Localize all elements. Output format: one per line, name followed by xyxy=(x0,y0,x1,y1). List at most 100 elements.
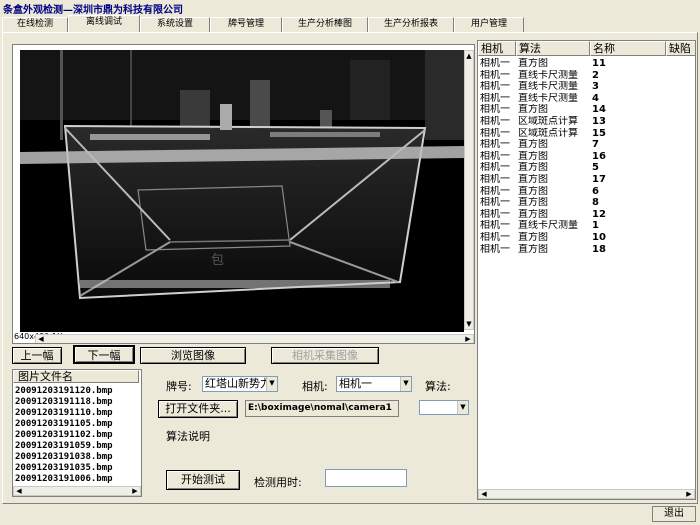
table-cell-camera: 相机一 xyxy=(480,174,510,185)
table-cell-algorithm: 直线卡尺测量 xyxy=(518,81,578,93)
image-horizontal-scrollbar[interactable]: ◀ ▶ xyxy=(35,334,474,343)
list-item[interactable]: 20091203191118.bmp xyxy=(15,397,113,408)
table-cell-algorithm: 直方图 xyxy=(518,150,548,162)
detect-time-label: 检测用时: xyxy=(254,476,302,489)
table-cell-name: 5 xyxy=(592,162,599,174)
open-folder-button[interactable]: 打开文件夹... xyxy=(158,400,238,418)
tab-production-report[interactable]: 生产分析报表 xyxy=(368,17,454,32)
tab-production-bar-chart[interactable]: 生产分析棒图 xyxy=(282,17,368,32)
prev-image-button[interactable]: 上一幅 xyxy=(12,347,62,364)
table-cell-camera: 相机一 xyxy=(480,92,510,104)
exit-button[interactable]: 退出 xyxy=(652,506,696,522)
scroll-right-icon[interactable]: ▶ xyxy=(463,334,473,343)
tab-offline-debug[interactable]: 离线调试 xyxy=(68,15,140,32)
tab-user-management[interactable]: 用户管理 xyxy=(454,17,524,32)
tab-online-detect[interactable]: 在线检测 xyxy=(2,17,68,32)
table-horizontal-scrollbar[interactable]: ◀ ▶ xyxy=(478,489,695,499)
camera-capture-button[interactable]: 相机采集图像 xyxy=(271,347,379,364)
chevron-down-icon[interactable]: ▼ xyxy=(457,401,468,414)
table-row[interactable]: 相机一 直方图 6 xyxy=(478,185,695,197)
list-item[interactable]: 20091203191110.bmp xyxy=(15,408,113,419)
table-row[interactable]: 相机一 直方图 8 xyxy=(478,197,695,209)
scroll-left-icon[interactable]: ◀ xyxy=(14,486,24,496)
table-row[interactable]: 相机一 直方图 10 xyxy=(478,232,695,243)
table-row[interactable]: 相机一 直线卡尺测量 4 xyxy=(478,92,695,104)
table-cell-camera: 相机一 xyxy=(480,139,510,151)
table-row[interactable]: 相机一 直方图 18 xyxy=(478,243,695,255)
table-row[interactable]: 相机一 直方图 11 xyxy=(478,58,695,69)
table-cell-name: 11 xyxy=(592,58,606,69)
list-item[interactable]: 20091203191038.bmp xyxy=(15,452,113,463)
table-cell-camera: 相机一 xyxy=(480,58,510,69)
table-cell-camera: 相机一 xyxy=(480,116,510,127)
table-cell-algorithm: 直方图 xyxy=(518,104,548,116)
table-row[interactable]: 相机一 区域斑点计算 15 xyxy=(478,128,695,139)
image-file-list[interactable]: 图片文件名 20091203191120.bmp 20091203191118.… xyxy=(12,369,142,497)
next-image-button[interactable]: 下一幅 xyxy=(73,345,135,364)
scroll-right-icon[interactable]: ▶ xyxy=(684,489,694,499)
file-list-horizontal-scrollbar[interactable]: ◀ ▶ xyxy=(13,486,141,496)
table-cell-algorithm: 直方图 xyxy=(518,243,548,255)
list-item[interactable]: 20091203191035.bmp xyxy=(15,463,113,474)
tab-strip-filler xyxy=(524,17,698,32)
tab-brand-management[interactable]: 牌号管理 xyxy=(210,17,282,32)
table-cell-name: 2 xyxy=(592,69,599,81)
chevron-down-icon[interactable]: ▼ xyxy=(400,377,411,391)
table-header-algorithm[interactable]: 算法 xyxy=(516,41,590,56)
chevron-down-icon[interactable]: ▼ xyxy=(266,377,277,391)
table-cell-name: 1 xyxy=(592,220,599,232)
tab-system-settings[interactable]: 系统设置 xyxy=(140,17,210,32)
table-row[interactable]: 相机一 直方图 12 xyxy=(478,208,695,220)
scroll-right-icon[interactable]: ▶ xyxy=(130,486,140,496)
table-row[interactable]: 相机一 直线卡尺测量 1 xyxy=(478,220,695,232)
window-title: 条盒外观检测—深圳市鼎为科技有限公司 xyxy=(0,0,700,16)
table-row[interactable]: 相机一 直方图 7 xyxy=(478,139,695,151)
scroll-up-icon[interactable]: ▲ xyxy=(464,51,474,61)
tab-strip: 在线检测 离线调试 系统设置 牌号管理 生产分析棒图 生产分析报表 用户管理 xyxy=(2,15,698,32)
table-row[interactable]: 相机一 直线卡尺测量 3 xyxy=(478,81,695,93)
algorithm-select[interactable]: ▼ xyxy=(419,400,469,415)
table-cell-camera: 相机一 xyxy=(480,69,510,81)
table-header-name[interactable]: 名称 xyxy=(590,41,666,56)
table-cell-name: 3 xyxy=(592,81,599,93)
table-row[interactable]: 相机一 直线卡尺测量 2 xyxy=(478,69,695,81)
list-item[interactable]: 20091203191105.bmp xyxy=(15,419,113,430)
scroll-down-icon[interactable]: ▼ xyxy=(464,319,474,329)
table-cell-camera: 相机一 xyxy=(480,197,510,209)
detect-time-field[interactable] xyxy=(325,469,407,487)
table-cell-camera: 相机一 xyxy=(480,81,510,93)
scroll-left-icon[interactable]: ◀ xyxy=(36,334,46,343)
table-row[interactable]: 相机一 直方图 14 xyxy=(478,104,695,116)
browse-image-button[interactable]: 浏览图像 xyxy=(140,347,246,364)
table-cell-algorithm: 直方图 xyxy=(518,232,548,243)
table-cell-name: 17 xyxy=(592,174,606,185)
list-item[interactable]: 20091203191059.bmp xyxy=(15,441,113,452)
table-header-camera[interactable]: 相机 xyxy=(478,41,516,56)
brand-select[interactable]: 红塔山新势力 ▼ xyxy=(202,376,278,392)
start-test-button[interactable]: 开始测试 xyxy=(166,470,240,490)
table-cell-algorithm: 直方图 xyxy=(518,174,548,185)
table-header-defect[interactable]: 缺陷 xyxy=(666,41,695,56)
list-item[interactable]: 20091203191120.bmp xyxy=(15,386,113,397)
brand-select-value: 红塔山新势力 xyxy=(205,377,271,390)
table-row[interactable]: 相机一 直方图 5 xyxy=(478,162,695,174)
table-row[interactable]: 相机一 直方图 17 xyxy=(478,174,695,185)
image-viewer[interactable]: 包 640x480 1X ◀ ▶ ▲ ▼ xyxy=(12,44,475,344)
table-row[interactable]: 相机一 区域斑点计算 13 xyxy=(478,116,695,127)
camera-select[interactable]: 相机一 ▼ xyxy=(336,376,412,392)
table-cell-name: 8 xyxy=(592,197,599,209)
list-item[interactable]: 20091203191102.bmp xyxy=(15,430,113,441)
camera-select-value: 相机一 xyxy=(339,377,372,390)
table-cell-algorithm: 直方图 xyxy=(518,208,548,220)
table-cell-camera: 相机一 xyxy=(480,162,510,174)
algorithm-table[interactable]: 相机 算法 名称 缺陷 相机一 直方图 11 相机一 直线卡尺测量 2 相机一 直线卡尺测量 3… xyxy=(477,40,696,500)
image-vertical-scrollbar[interactable]: ▲ ▼ xyxy=(464,50,474,330)
scroll-left-icon[interactable]: ◀ xyxy=(479,489,489,499)
table-row[interactable]: 相机一 直方图 16 xyxy=(478,150,695,162)
table-cell-camera: 相机一 xyxy=(480,232,510,243)
table-cell-name: 12 xyxy=(592,208,606,220)
table-cell-algorithm: 直方图 xyxy=(518,185,548,197)
list-item[interactable]: 20091203191006.bmp xyxy=(15,474,113,485)
camera-label: 相机: xyxy=(302,380,328,393)
file-list-header[interactable]: 图片文件名 xyxy=(13,370,139,383)
